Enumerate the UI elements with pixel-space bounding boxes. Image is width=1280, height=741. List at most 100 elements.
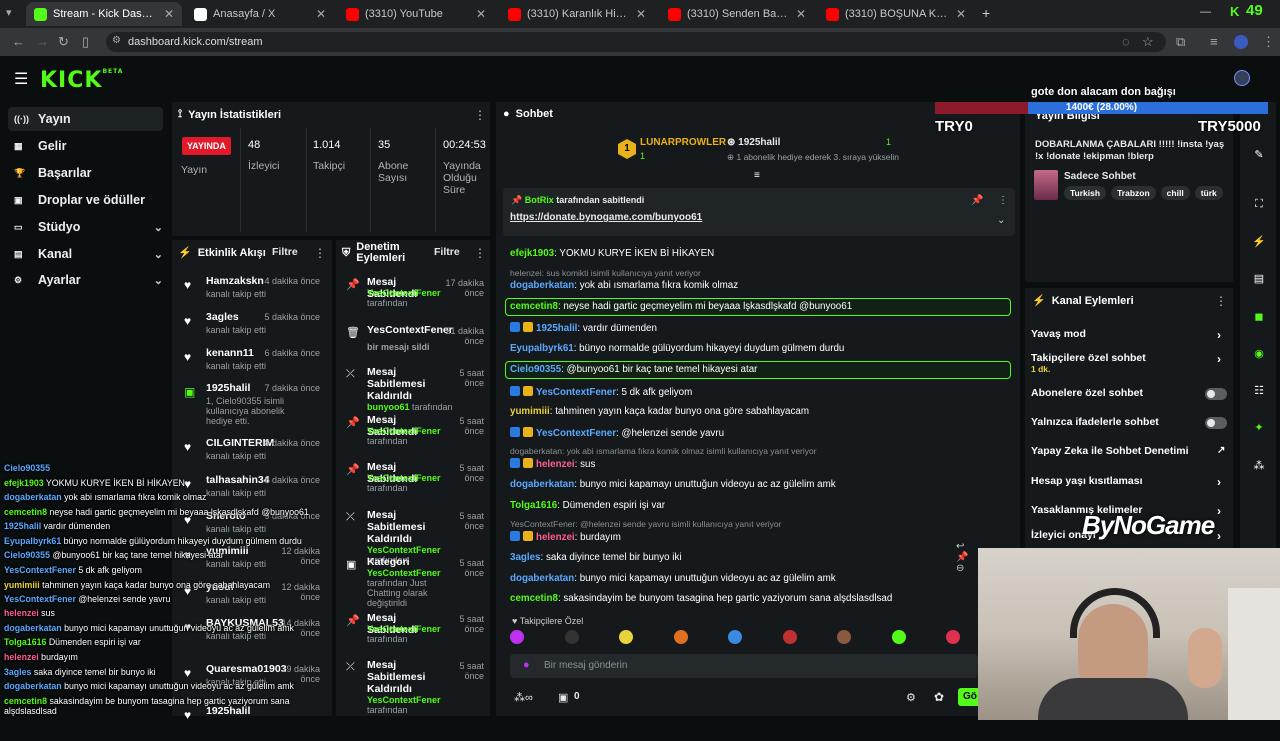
chevron-right-icon[interactable]: ›: [1217, 529, 1221, 543]
activity-filter-button[interactable]: Filtre: [272, 246, 298, 258]
moderation-filter-button[interactable]: Filtre: [434, 246, 460, 258]
sidebar-item-gelir[interactable]: ▦ Gelir: [8, 134, 163, 158]
chat-input-placeholder[interactable]: Bir mesaj gönderin: [544, 660, 627, 671]
emote-icon[interactable]: [673, 630, 688, 644]
tag-chip[interactable]: chill: [1160, 186, 1190, 200]
tag-chip[interactable]: türk: [1194, 186, 1223, 200]
fullscreen-icon[interactable]: ⛶: [1248, 193, 1270, 215]
layout-icon[interactable]: ☷: [1248, 379, 1270, 401]
category-thumbnail[interactable]: [1034, 170, 1058, 200]
toggle-switch[interactable]: [1205, 388, 1227, 400]
stats-menu-icon[interactable]: ⋮: [474, 108, 486, 122]
browser-tab[interactable]: (3310) BOŞUNA KAYDIRMA 55/... ✕: [818, 2, 974, 26]
forward-icon[interactable]: →: [36, 34, 49, 49]
chevron-right-icon[interactable]: ›: [1217, 504, 1221, 518]
chevron-down-icon[interactable]: ⌄: [154, 248, 163, 261]
toggle-switch[interactable]: [1205, 417, 1227, 429]
minimize-icon[interactable]: —: [1200, 6, 1211, 18]
chevron-right-icon[interactable]: ›: [1217, 475, 1221, 489]
reload-icon[interactable]: ↻: [58, 34, 69, 50]
chat-username[interactable]: dogaberkatan: [510, 479, 574, 490]
broadcast-tool-icon[interactable]: ◉: [1248, 342, 1270, 364]
moderation-user[interactable]: bunyoo61: [367, 402, 410, 412]
profile-avatar[interactable]: [1234, 35, 1248, 49]
emote-icon[interactable]: [946, 630, 960, 644]
channel-action-item[interactable]: Takipçilere özel sohbet 1 dk. ›: [1031, 352, 1231, 374]
user-avatar[interactable]: [1234, 70, 1250, 86]
bolt-tool-icon[interactable]: ⚡: [1248, 230, 1270, 252]
sidebar-item-başarılar[interactable]: 🏆 Başarılar: [8, 161, 163, 185]
chat-username[interactable]: yumimiii: [510, 406, 550, 417]
close-tab-icon[interactable]: ✕: [164, 7, 174, 21]
moderation-user[interactable]: YesContextFener: [367, 426, 441, 436]
activity-user[interactable]: Hamzakskn: [206, 275, 264, 287]
wrench-icon[interactable]: ✦: [1248, 416, 1270, 438]
document-icon[interactable]: ▤: [1248, 267, 1270, 289]
leader-name[interactable]: LUNARPROWLER: [640, 137, 726, 148]
chat-settings-icon[interactable]: ⚙: [906, 691, 916, 704]
close-tab-icon[interactable]: ✕: [476, 7, 486, 21]
chat-username[interactable]: Cielo90355: [510, 364, 561, 375]
chat-settings-users-icon[interactable]: ⁂∞: [514, 691, 533, 704]
url-field[interactable]: dashboard.kick.com/stream: [106, 32, 1166, 52]
chevron-right-icon[interactable]: ›: [1217, 352, 1221, 366]
emote-icon[interactable]: [891, 630, 906, 644]
edit-icon[interactable]: ✎: [1248, 143, 1270, 165]
kick-logo[interactable]: KICKBETA: [40, 68, 123, 93]
emote-bar[interactable]: [510, 630, 960, 650]
browser-tab[interactable]: (3310) YouTube ✕: [338, 2, 494, 26]
site-info-icon[interactable]: ⚙: [112, 35, 121, 46]
sidebar-item-stüdyo[interactable]: ▭ Stüdyo ⌄: [8, 215, 163, 239]
apps-icon[interactable]: ⁂: [1248, 454, 1270, 476]
activity-user[interactable]: 1925halil: [206, 382, 250, 394]
chat-username[interactable]: cemcetin8: [510, 593, 558, 604]
tag-chip[interactable]: Turkish: [1064, 186, 1107, 200]
chat-username[interactable]: Eyupalbyrk61: [510, 343, 574, 354]
chat-tool-icon[interactable]: ◼: [1248, 305, 1270, 327]
chat-username[interactable]: helenzei: [536, 532, 575, 543]
eye-off-icon[interactable]: ◌: [1122, 34, 1130, 49]
chevron-down-icon[interactable]: ⌄: [154, 221, 163, 234]
close-tab-icon[interactable]: ✕: [956, 7, 966, 21]
browser-tab[interactable]: Anasayfa / X ✕: [186, 2, 334, 26]
browser-tab[interactable]: Stream - Kick Dashboard ✕: [26, 2, 182, 26]
chat-username[interactable]: 3agles: [510, 552, 541, 563]
expand-leaderboard-icon[interactable]: ≡: [754, 170, 760, 181]
emote-picker-icon[interactable]: ●: [523, 659, 530, 671]
back-icon[interactable]: ←: [12, 34, 25, 49]
chevron-down-icon[interactable]: ⌄: [154, 274, 163, 287]
activity-user[interactable]: 3agles: [206, 311, 239, 323]
new-tab-icon[interactable]: +: [982, 5, 990, 21]
emote-icon[interactable]: [837, 630, 851, 644]
emote-icon[interactable]: [782, 630, 797, 644]
channel-action-item[interactable]: Abonelere özel sohbet: [1031, 387, 1231, 407]
sidepanel-icon[interactable]: ▯: [82, 34, 89, 50]
leader2-name[interactable]: ⊛ 1925halil: [727, 137, 780, 148]
pinned-link[interactable]: https://donate.bynogame.com/bunyoo61: [510, 212, 702, 223]
emote-icon[interactable]: [619, 630, 633, 644]
moderation-menu-icon[interactable]: ⋮: [474, 246, 486, 260]
chat-username[interactable]: dogaberkatan: [510, 280, 574, 291]
activity-menu-icon[interactable]: ⋮: [314, 246, 326, 260]
moderation-user[interactable]: bir mesajı sildi: [367, 342, 430, 352]
category-name[interactable]: Sadece Sohbet: [1064, 171, 1136, 182]
channel-action-item[interactable]: Yapay Zeka ile Sohbet Denetimi ↗: [1031, 445, 1231, 465]
sidebar-item-kanal[interactable]: ▤ Kanal ⌄: [8, 242, 163, 266]
chat-username[interactable]: efejk1903: [510, 248, 554, 259]
moderation-user[interactable]: YesContextFener: [367, 624, 441, 634]
send-button[interactable]: Gö: [958, 688, 980, 706]
chat-username[interactable]: dogaberkatan: [510, 573, 574, 584]
chat-username[interactable]: cemcetin8: [510, 301, 558, 312]
chevron-right-icon[interactable]: ›: [1217, 328, 1221, 342]
browser-tab[interactable]: (3310) Senden Bahsetti #1 - Yo... ✕: [660, 2, 814, 26]
emote-icon[interactable]: [564, 630, 579, 644]
pinned-menu-icon[interactable]: ⋮: [998, 195, 1008, 206]
channel-actions-menu-icon[interactable]: ⋮: [1215, 294, 1227, 308]
tag-chip[interactable]: Trabzon: [1111, 186, 1156, 200]
chat-username[interactable]: helenzei: [536, 459, 575, 470]
unpin-icon[interactable]: 📌: [971, 195, 983, 206]
channel-action-item[interactable]: Yavaş mod ›: [1031, 328, 1231, 348]
chat-username[interactable]: 1925halil: [536, 323, 577, 334]
pinned-collapse-icon[interactable]: ⌄: [997, 215, 1005, 226]
channel-action-item[interactable]: Yalnızca ifadelerle sohbet: [1031, 416, 1231, 436]
